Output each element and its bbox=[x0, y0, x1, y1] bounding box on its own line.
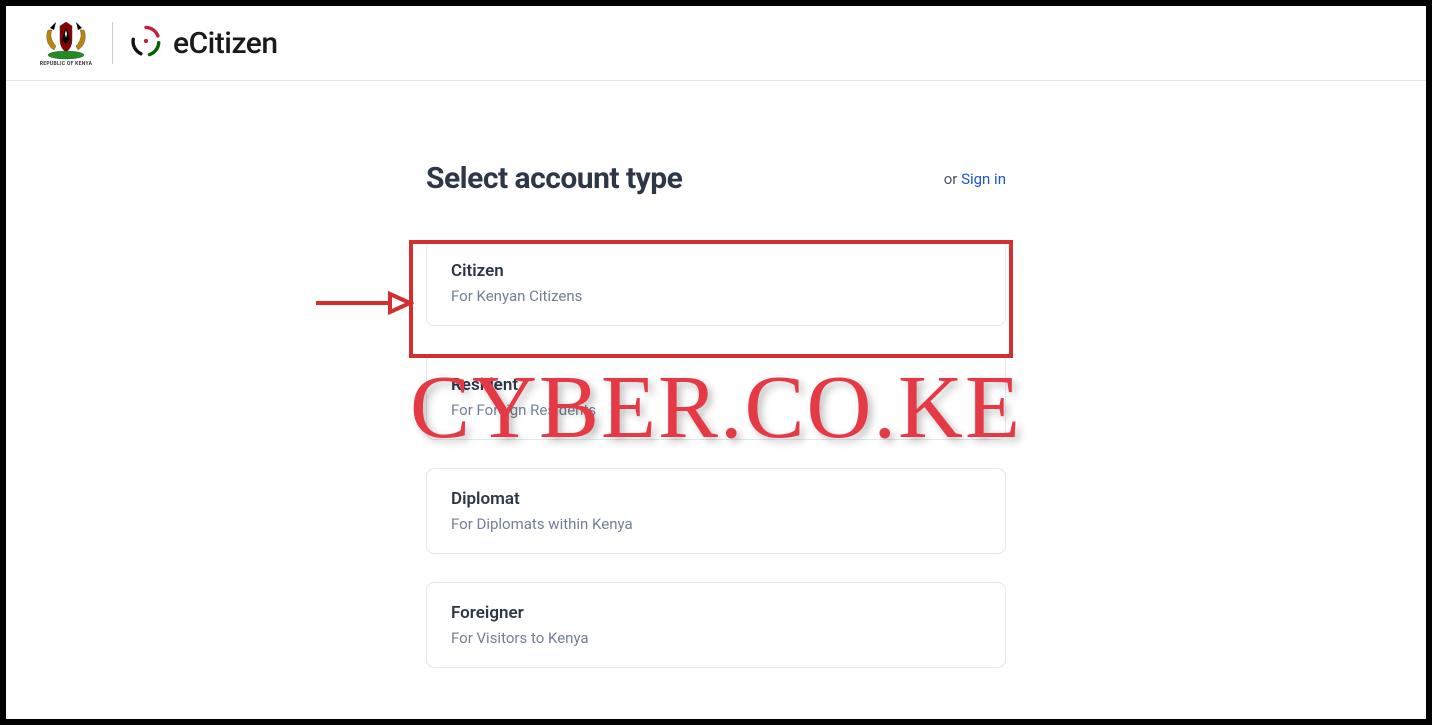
card-subtitle: For Foreign Residents bbox=[451, 401, 981, 419]
card-title: Citizen bbox=[451, 261, 981, 281]
card-subtitle: For Kenyan Citizens bbox=[451, 287, 981, 305]
card-title: Resident bbox=[451, 375, 981, 395]
account-type-diplomat[interactable]: Diplomat For Diplomats within Kenya bbox=[426, 468, 1006, 554]
account-type-resident[interactable]: Resident For Foreign Residents bbox=[426, 354, 1006, 440]
header-divider bbox=[112, 22, 113, 64]
page-title: Select account type bbox=[426, 161, 682, 196]
signin-prompt: or Sign in bbox=[944, 170, 1006, 188]
main-content: Select account type or Sign in Citizen F… bbox=[6, 81, 1426, 696]
page-header: REPUBLIC OF KENYA eCitizen bbox=[6, 6, 1426, 80]
card-subtitle: For Visitors to Kenya bbox=[451, 629, 981, 647]
coat-of-arms-icon bbox=[42, 20, 90, 60]
signin-link[interactable]: Sign in bbox=[961, 170, 1006, 188]
signin-prefix: or bbox=[944, 170, 961, 188]
page-frame: REPUBLIC OF KENYA eCitizen Select accoun… bbox=[0, 0, 1432, 725]
coat-of-arms-label: REPUBLIC OF KENYA bbox=[40, 61, 93, 67]
title-row: Select account type or Sign in bbox=[426, 161, 1006, 196]
ecitizen-brand-text: eCitizen bbox=[173, 26, 278, 61]
kenya-coat-of-arms-logo: REPUBLIC OF KENYA bbox=[36, 18, 96, 68]
card-subtitle: For Diplomats within Kenya bbox=[451, 515, 981, 533]
ecitizen-swirl-icon bbox=[129, 24, 163, 62]
ecitizen-brand: eCitizen bbox=[129, 24, 278, 62]
card-title: Diplomat bbox=[451, 489, 981, 509]
account-type-citizen[interactable]: Citizen For Kenyan Citizens bbox=[426, 240, 1006, 326]
card-title: Foreigner bbox=[451, 603, 981, 623]
account-type-foreigner[interactable]: Foreigner For Visitors to Kenya bbox=[426, 582, 1006, 668]
